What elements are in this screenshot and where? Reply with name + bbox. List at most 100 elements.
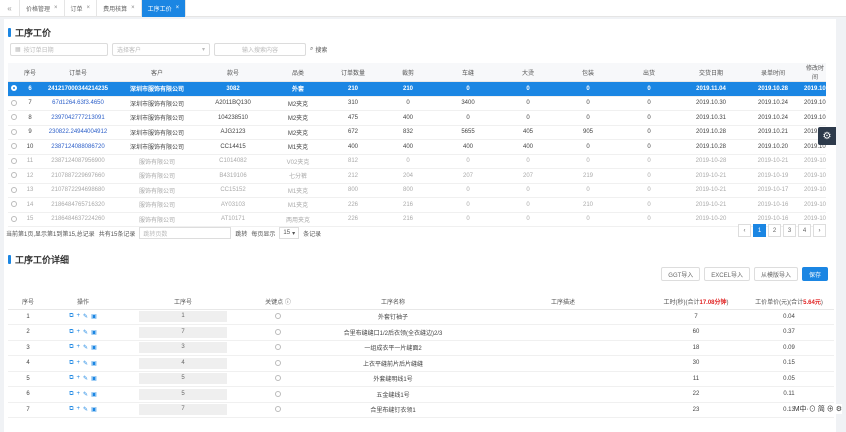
edit-icon[interactable]: ✎ (83, 406, 88, 413)
step-no-field[interactable]: 1 (139, 311, 227, 323)
delete-icon[interactable]: ▣ (91, 375, 97, 382)
step-no-field[interactable]: 5 (139, 388, 227, 400)
goto-page-input[interactable]: 跳转页数 (139, 227, 232, 239)
cell-step-name[interactable]: 一组成衣平一片缝面2 (308, 340, 478, 356)
cell-order[interactable]: 2397042777213091 (40, 110, 116, 126)
cell-order[interactable]: 2387124087956900 (40, 154, 116, 169)
edit-icon[interactable]: ✎ (83, 391, 88, 398)
key-point-radio[interactable] (275, 406, 281, 413)
edit-icon[interactable]: ✎ (83, 360, 88, 367)
cell-step-note[interactable] (478, 324, 648, 341)
step-no-field[interactable]: 3 (139, 342, 227, 354)
page-button[interactable]: 4 (798, 224, 811, 237)
tab-2[interactable]: 费用核算 × (97, 0, 142, 17)
delete-icon[interactable]: ▣ (91, 344, 97, 351)
row-radio[interactable] (8, 139, 20, 155)
cell-price[interactable]: 0.05 (744, 371, 834, 387)
template-import-button[interactable]: 从模版导入 (753, 267, 798, 281)
settings-gear-icon[interactable]: ⚙ (818, 127, 836, 145)
table-row[interactable]: 10 2387124088086720 深圳市服饰有限公司 CC14415 M1夹克 40… (8, 139, 826, 155)
row-radio[interactable] (8, 212, 20, 227)
step-no-field[interactable]: 7 (139, 326, 227, 338)
table-row[interactable]: 8 2397042777213091 深圳市服饰有限公司 104238510 M2夹克 4… (8, 110, 826, 126)
cell-step-name[interactable]: 上衣平缝前片后片缝缝 (308, 355, 478, 372)
cell-price[interactable]: 0.09 (744, 340, 834, 356)
close-icon[interactable]: × (87, 5, 91, 11)
add-icon[interactable]: + (77, 344, 81, 351)
tab-0[interactable]: 价格管理 × (20, 0, 65, 17)
cell-step-name[interactable]: 外套缝明线1号 (308, 371, 478, 387)
radio-icon[interactable] (11, 186, 17, 193)
cell-price[interactable]: 0.15 (744, 355, 834, 372)
table-row[interactable]: 9 230822.24944004912 深圳市服饰有限公司 AJG2123 M2夹克 6… (8, 125, 826, 140)
cell-order[interactable]: 2186484765716320 (40, 197, 116, 213)
cell-step-name[interactable]: 合里布缝钉衣领1 (308, 402, 478, 418)
close-icon[interactable]: × (54, 5, 58, 11)
cell-time[interactable]: 60 (648, 324, 744, 341)
page-button[interactable]: 3 (783, 224, 796, 237)
key-point-radio[interactable] (275, 390, 281, 397)
table-row[interactable]: 11 2387124087956900 服饰有限公司 C1014082 V02夹克 812… (8, 154, 826, 169)
copy-icon[interactable]: ⧉ (69, 375, 73, 382)
step-no-field[interactable]: 7 (139, 404, 227, 416)
cell-time[interactable]: 11 (648, 371, 744, 387)
cell-step-name[interactable]: 合里布缝缝口1/2后衣领(全衣缝边)2/3 (308, 324, 478, 341)
row-radio[interactable] (8, 168, 20, 184)
jump-button[interactable]: 跳转 (235, 229, 247, 238)
cell-time[interactable]: 30 (648, 355, 744, 372)
step-no-field[interactable]: 4 (139, 357, 227, 369)
radio-icon[interactable] (11, 157, 17, 164)
cell-step-name[interactable]: 外套钉袖子 (308, 309, 478, 325)
key-point-radio[interactable] (275, 359, 281, 366)
row-radio[interactable] (8, 96, 20, 111)
page-button[interactable]: 1 (753, 224, 766, 237)
page-size-select[interactable]: 15 ▾ (279, 227, 300, 239)
copy-icon[interactable]: ⧉ (69, 406, 73, 413)
close-icon[interactable]: × (131, 5, 135, 11)
key-point-radio[interactable] (275, 328, 281, 335)
cell-time[interactable]: 7 (648, 309, 744, 325)
cell-price[interactable]: 0.04 (744, 309, 834, 325)
radio-icon[interactable] (11, 114, 17, 121)
table-row[interactable]: 15 2186484637224260 服饰有限公司 AT10171 两用夹克 226 21… (8, 212, 826, 227)
add-icon[interactable]: + (77, 375, 81, 382)
delete-icon[interactable]: ▣ (91, 360, 97, 367)
cell-step-note[interactable] (478, 386, 648, 403)
cell-time[interactable]: 22 (648, 386, 744, 403)
key-point-radio[interactable] (275, 344, 281, 351)
cell-order[interactable]: 2387124088086720 (40, 139, 116, 155)
step-no-field[interactable]: 5 (139, 373, 227, 385)
radio-icon[interactable] (11, 172, 17, 179)
copy-icon[interactable]: ⧉ (69, 360, 73, 367)
cell-order[interactable]: 2186484637224260 (40, 212, 116, 227)
copy-icon[interactable]: ⧉ (69, 329, 73, 336)
excel-import-button[interactable]: EXCEL导入 (704, 267, 750, 281)
page-button[interactable]: ‹ (738, 224, 751, 237)
delete-icon[interactable]: ▣ (91, 329, 97, 336)
table-row[interactable]: 7 67d1264.63f3.4650 深圳市服饰有限公司 A2011BQ130 M2夹… (8, 96, 826, 111)
row-radio[interactable] (8, 110, 20, 126)
key-point-radio[interactable] (275, 313, 281, 320)
row-radio[interactable] (8, 183, 20, 198)
cell-step-note[interactable] (478, 355, 648, 372)
table-row[interactable]: 12 2107887229697660 服饰有限公司 B4319106 七分裤 212 20… (8, 168, 826, 184)
cell-order[interactable]: 67d1264.63f3.4650 (40, 96, 116, 111)
copy-icon[interactable]: ⧉ (69, 391, 73, 398)
radio-icon[interactable] (11, 99, 17, 106)
cell-order[interactable]: 230822.24944004912 (40, 125, 116, 140)
delete-icon[interactable]: ▣ (91, 406, 97, 413)
tab-1[interactable]: 订单 × (65, 0, 98, 17)
tab-3[interactable]: 工序工价 × (141, 0, 187, 17)
edit-icon[interactable]: ✎ (83, 313, 88, 320)
row-radio[interactable] (8, 197, 20, 213)
cell-step-note[interactable] (478, 371, 648, 387)
edit-icon[interactable]: ✎ (83, 344, 88, 351)
ggt-import-button[interactable]: GGT导入 (661, 267, 701, 281)
table-row[interactable]: 14 2186484765716320 服饰有限公司 AY03103 M1夹克 226 21… (8, 197, 826, 213)
edit-icon[interactable]: ✎ (83, 329, 88, 336)
edit-icon[interactable]: ✎ (83, 375, 88, 382)
cell-order[interactable]: 2107887229697660 (40, 168, 116, 184)
cell-time[interactable]: 23 (648, 402, 744, 418)
add-icon[interactable]: + (77, 391, 81, 398)
delete-icon[interactable]: ▣ (91, 313, 97, 320)
